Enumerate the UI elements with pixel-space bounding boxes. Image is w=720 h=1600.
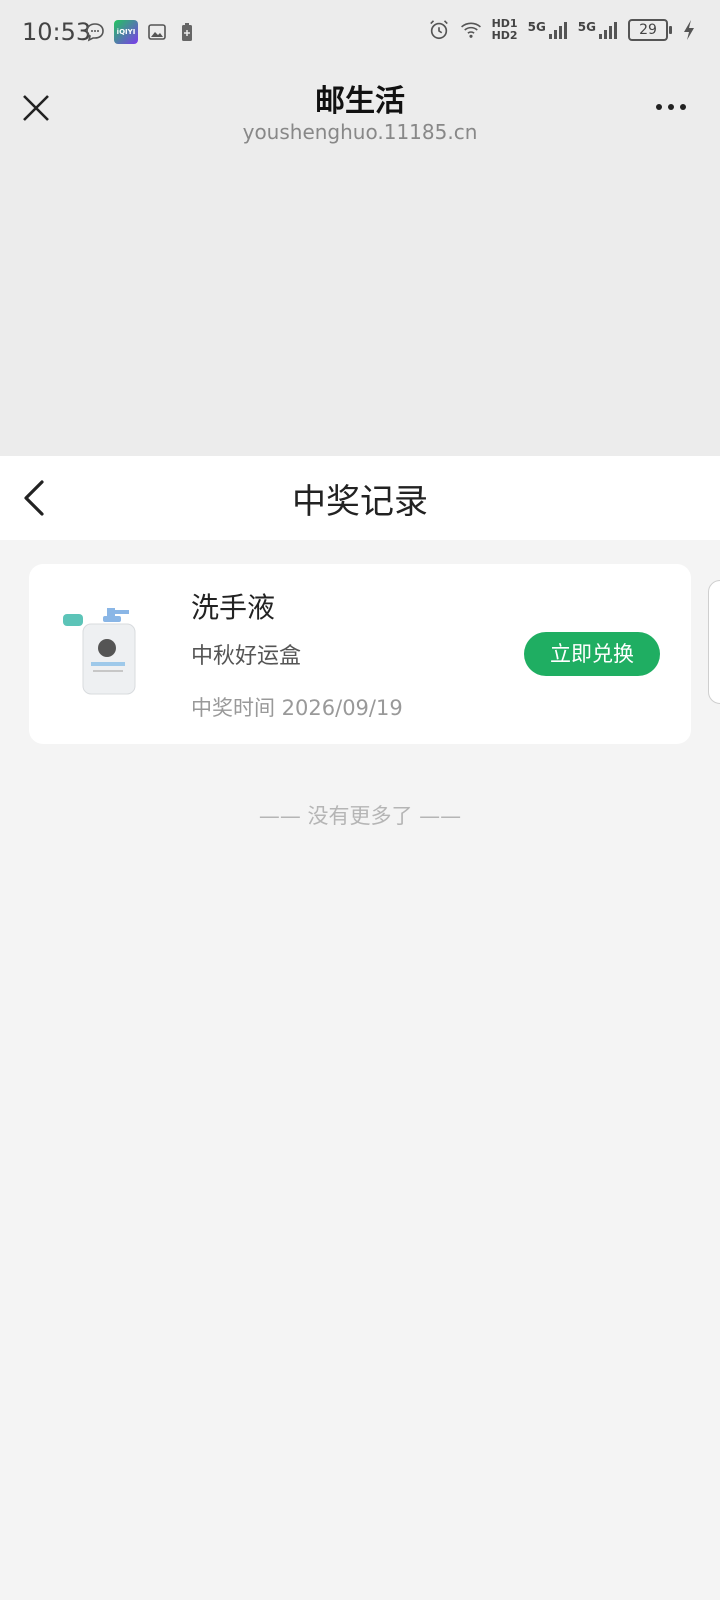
redeem-now-button[interactable]: 立即兑换 <box>524 632 660 676</box>
signal-5g-icon: 5G <box>528 20 568 40</box>
image-icon <box>146 21 168 43</box>
battery-saver-icon <box>176 21 198 43</box>
browser-header: 邮生活 youshenghuo.11185.cn <box>0 68 720 456</box>
alarm-icon <box>428 19 450 41</box>
product-name: 洗手液 <box>191 591 276 624</box>
wifi-icon <box>460 19 482 41</box>
hd-icon: HD1 HD2 <box>491 17 518 42</box>
charging-icon <box>678 19 700 41</box>
prize-time: 中奖时间 2026/09/19 <box>191 696 403 720</box>
nav-title: 中奖记录 <box>292 482 428 522</box>
status-bar: 10:53 iQIYI HD1 HD2 5G 5G 29 <box>0 0 720 68</box>
battery-icon: 29 <box>628 19 672 41</box>
more-options-button[interactable] <box>656 104 686 110</box>
more-icon <box>656 104 662 110</box>
page-title: 邮生活 <box>315 84 405 119</box>
prize-record-card: 洗手液 中秋好运盒 中奖时间 2026/09/19 立即兑换 <box>29 564 691 744</box>
no-more-indicator: —— 没有更多了 —— <box>258 804 462 828</box>
iqiyi-app-icon: iQIYI <box>114 20 138 44</box>
system-icons: HD1 HD2 5G 5G 29 <box>428 18 700 42</box>
side-floating-tab[interactable] <box>708 580 720 704</box>
signal-5g-icon-2: 5G <box>578 20 618 40</box>
prize-source: 中秋好运盒 <box>191 644 302 669</box>
notification-icons: iQIYI <box>84 20 198 44</box>
nav-bar: 中奖记录 <box>0 456 720 540</box>
product-image <box>59 604 169 704</box>
status-time: 10:53 <box>22 18 92 46</box>
page-url: youshenghuo.11185.cn <box>242 120 478 144</box>
chat-bubble-icon <box>84 21 106 43</box>
